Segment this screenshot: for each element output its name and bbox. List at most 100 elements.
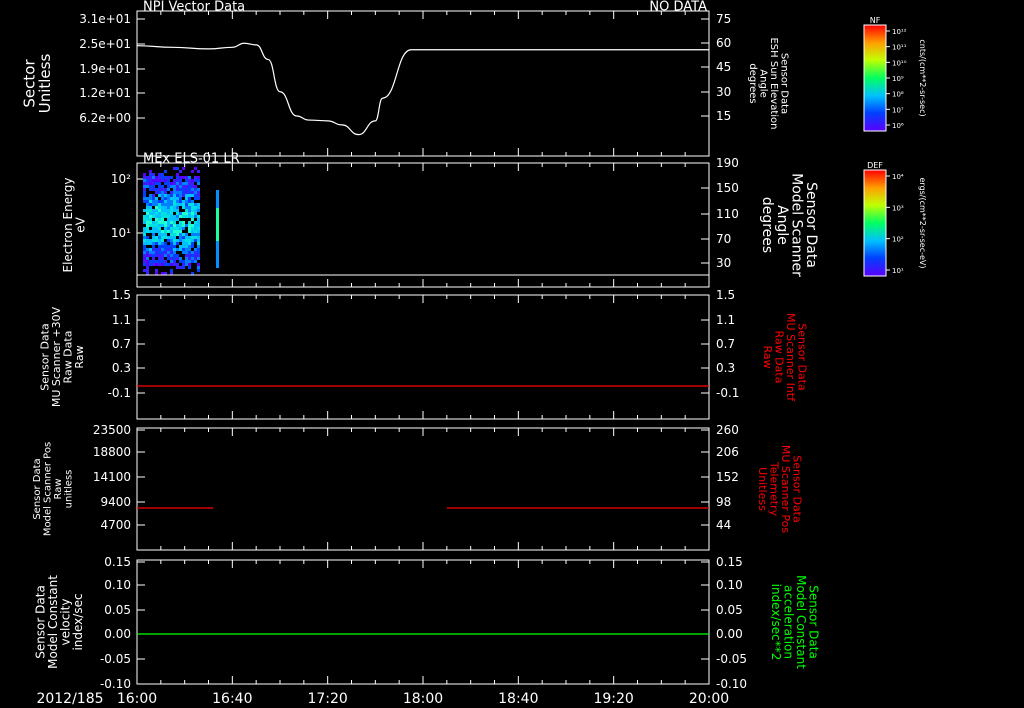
spectrogram-cell	[182, 266, 185, 269]
spectrogram-cell	[176, 191, 179, 194]
y-axis-label-line: ESH Sun Elevation	[768, 37, 779, 129]
spectrogram-cell	[182, 263, 185, 266]
y-tick-label-right: 1.5	[716, 288, 735, 302]
spectrogram-cell	[188, 185, 191, 188]
spectrogram-cell	[188, 203, 191, 206]
spectrogram-cell	[173, 188, 176, 191]
spectrogram-cell	[167, 239, 170, 242]
spectrogram-cell	[191, 233, 194, 236]
spectrogram-cell	[194, 251, 197, 254]
spectrogram-cell	[188, 251, 191, 254]
spectrogram-cell	[191, 257, 194, 260]
spectrogram-cell	[152, 260, 155, 263]
spectrogram-cell	[149, 254, 152, 257]
spectrogram-cell	[164, 182, 167, 185]
spectrogram-cell	[152, 209, 155, 212]
y-axis-label-right: Sensor DataMU Scanner IntfRaw DataRaw	[761, 313, 809, 402]
y-axis-label-right: Sensor DataModel ScannerAngledegrees	[759, 173, 819, 277]
spectrogram-cell	[173, 227, 176, 230]
y-axis-label-left: Sensor Data Model Scanner Pos Raw unitless	[32, 442, 75, 536]
spectrogram-cell	[158, 209, 161, 212]
spectrogram-cell	[179, 266, 182, 269]
spectrogram-cell	[152, 245, 155, 248]
spectrogram-cell	[176, 215, 179, 218]
panel-5: 0.15 0.10 0.05 0.00 -0.05 -0.10 0.15 0.10 0.05 0.…	[33, 555, 820, 691]
spectrogram-cell	[164, 254, 167, 257]
spectrogram-cell	[152, 233, 155, 236]
colorbar-tick-label: 10¹²	[892, 28, 907, 36]
spectrogram-cell	[161, 185, 164, 188]
spectrogram-cell	[158, 248, 161, 251]
colorbar-tick-label: 10⁸	[892, 91, 904, 99]
y-tick-label-right: -0.10	[716, 677, 747, 691]
spectrogram-cell	[197, 269, 200, 272]
spectrogram-cell	[179, 176, 182, 179]
spectrogram-cell	[182, 251, 185, 254]
spectrogram-cell	[164, 215, 167, 218]
spectrogram-cell	[143, 242, 146, 245]
spectrogram-cell	[164, 248, 167, 251]
spectrogram-cell	[216, 190, 219, 193]
spectrogram-cell	[194, 221, 197, 224]
colorbar-tick-label: 10²	[892, 236, 904, 244]
spectrogram-cell	[149, 176, 152, 179]
spectrogram-cell	[176, 179, 179, 182]
spectrogram-cell	[164, 233, 167, 236]
spectrogram-cell	[179, 203, 182, 206]
colorbar-tick-label: 10¹⁰	[892, 59, 907, 67]
y-tick-label-right: -0.05	[716, 652, 747, 666]
spectrogram-cell	[182, 176, 185, 179]
spectrogram-cell	[149, 215, 152, 218]
spectrogram-cell	[216, 244, 219, 247]
spectrogram-cell	[197, 182, 200, 185]
spectrogram-cell	[155, 212, 158, 215]
spectrogram-cell	[149, 224, 152, 227]
panel-frame	[136, 10, 710, 157]
spectrogram-cell	[216, 214, 219, 217]
spectrogram-cell	[164, 209, 167, 212]
spectrogram-cell	[173, 191, 176, 194]
spectrogram-cell	[143, 179, 146, 182]
spectrogram-cell	[194, 209, 197, 212]
spectrogram-cell	[149, 194, 152, 197]
spectrogram-cell	[188, 242, 191, 245]
spectrogram-cell	[149, 212, 152, 215]
spectrogram-cell	[158, 200, 161, 203]
spectrogram-cell	[197, 257, 200, 260]
time-tick-label: 17:20	[307, 691, 347, 707]
spectrogram-cell	[185, 194, 188, 197]
spectrogram-cell	[179, 188, 182, 191]
time-tick-label: 19:20	[593, 691, 633, 707]
y-tick-label-right: 206	[716, 445, 739, 459]
spectrogram-cell	[152, 227, 155, 230]
spectrogram-cell	[173, 263, 176, 266]
spectrogram-cell	[155, 197, 158, 200]
spectrogram-cell	[143, 200, 146, 203]
spectrogram-cell	[155, 188, 158, 191]
spectrogram-cell	[176, 197, 179, 200]
y-tick-label-right: 60	[716, 36, 731, 50]
panel-frame	[136, 294, 710, 420]
spectrogram-cell	[173, 251, 176, 254]
spectrogram-cell	[152, 248, 155, 251]
spectrogram-cell	[155, 221, 158, 224]
y-tick-label-left: 1.9e+01	[79, 62, 131, 76]
spectrogram-cell	[197, 236, 200, 239]
spectrogram-cell	[155, 269, 158, 272]
colorbar-tick-label: 10⁶	[892, 122, 904, 130]
spectrogram-cell	[182, 227, 185, 230]
spectrogram-cell	[197, 206, 200, 209]
spectrogram-cell	[188, 257, 191, 260]
spectrogram-cell	[185, 239, 188, 242]
spectrogram-cell	[167, 254, 170, 257]
spectrogram-cell	[173, 248, 176, 251]
spectrogram-cell	[182, 200, 185, 203]
spectrogram-cell	[179, 215, 182, 218]
spectrogram-cell	[182, 248, 185, 251]
y-axis-label-line: Angle	[774, 205, 790, 245]
spectrogram-cell	[188, 230, 191, 233]
spectrogram-cell	[197, 233, 200, 236]
spectrogram-cell	[188, 188, 191, 191]
y-tick-label-right: 30	[716, 85, 731, 99]
spectrogram-cell	[146, 236, 149, 239]
